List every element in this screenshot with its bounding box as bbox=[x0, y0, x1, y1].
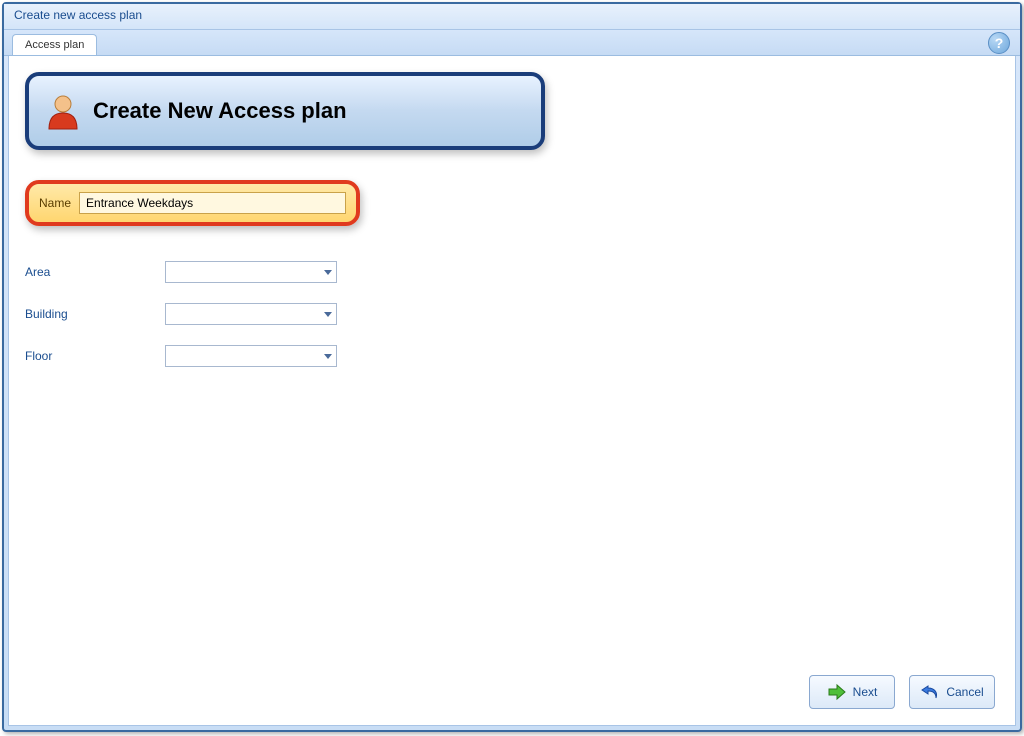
next-button[interactable]: Next bbox=[809, 675, 895, 709]
arrow-right-icon bbox=[827, 682, 847, 702]
window-title: Create new access plan bbox=[14, 8, 142, 22]
next-label: Next bbox=[853, 685, 878, 699]
building-dropdown[interactable] bbox=[165, 303, 337, 325]
header-banner: Create New Access plan bbox=[25, 72, 545, 150]
name-label: Name bbox=[39, 196, 71, 210]
user-icon bbox=[43, 91, 83, 131]
footer-buttons: Next Cancel bbox=[809, 675, 995, 709]
building-row: Building bbox=[25, 303, 999, 325]
name-field-highlight: Name bbox=[25, 180, 360, 226]
chevron-down-icon bbox=[324, 312, 332, 317]
tab-label: Access plan bbox=[25, 39, 84, 51]
content-area: Create New Access plan Name Area Buildin… bbox=[8, 56, 1016, 726]
window-titlebar: Create new access plan bbox=[4, 4, 1020, 30]
building-label: Building bbox=[25, 307, 165, 321]
floor-label: Floor bbox=[25, 349, 165, 363]
tab-strip: Access plan ? bbox=[4, 30, 1020, 56]
area-label: Area bbox=[25, 265, 165, 279]
area-row: Area bbox=[25, 261, 999, 283]
name-input[interactable] bbox=[79, 192, 346, 214]
tab-access-plan[interactable]: Access plan bbox=[12, 34, 97, 55]
header-title: Create New Access plan bbox=[93, 98, 347, 124]
chevron-down-icon bbox=[324, 354, 332, 359]
area-dropdown[interactable] bbox=[165, 261, 337, 283]
floor-row: Floor bbox=[25, 345, 999, 367]
dialog-window: Create new access plan Access plan ? Cre… bbox=[2, 2, 1022, 732]
cancel-label: Cancel bbox=[946, 685, 983, 699]
help-symbol: ? bbox=[995, 35, 1004, 51]
help-icon[interactable]: ? bbox=[988, 32, 1010, 54]
chevron-down-icon bbox=[324, 270, 332, 275]
undo-icon bbox=[920, 682, 940, 702]
cancel-button[interactable]: Cancel bbox=[909, 675, 995, 709]
floor-dropdown[interactable] bbox=[165, 345, 337, 367]
